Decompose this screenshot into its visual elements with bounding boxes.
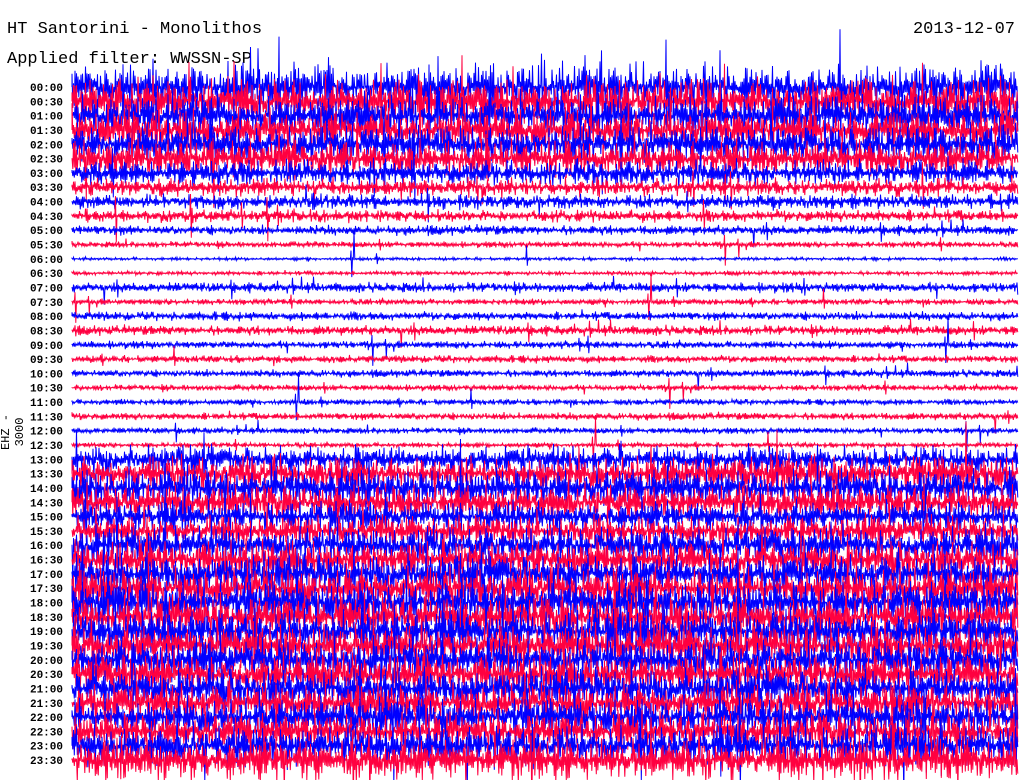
time-tick-label: 15:30 (30, 527, 63, 539)
time-tick-label: 17:30 (30, 584, 63, 596)
time-tick-label: 09:00 (30, 341, 63, 353)
time-tick-label: 02:30 (30, 155, 63, 167)
time-tick-label: 10:30 (30, 384, 63, 396)
time-tick-label: 00:00 (30, 83, 63, 95)
time-tick-label: 05:30 (30, 241, 63, 253)
time-tick-label: 13:30 (30, 470, 63, 482)
seismic-trace-1100 (71, 374, 1019, 421)
seismic-trace-0930 (71, 345, 1019, 367)
seismic-trace-1030 (71, 378, 1019, 409)
time-tick-label: 14:00 (30, 484, 63, 496)
time-tick-label: 19:00 (30, 627, 63, 639)
time-tick-label: 10:00 (30, 369, 63, 381)
time-tick-label: 09:30 (30, 355, 63, 367)
time-tick-label: 12:30 (30, 441, 63, 453)
time-tick-label: 18:00 (30, 599, 63, 611)
seismic-trace-1200 (71, 419, 1019, 452)
time-tick-label: 08:30 (30, 326, 63, 338)
time-tick-label: 18:30 (30, 613, 63, 625)
time-tick-label: 01:30 (30, 126, 63, 138)
time-tick-label: 15:00 (30, 513, 63, 525)
time-tick-label: 11:00 (30, 398, 63, 410)
time-tick-label: 01:00 (30, 112, 63, 124)
time-tick-label: 12:00 (30, 427, 63, 439)
time-tick-label: 17:00 (30, 570, 63, 582)
time-tick-label: 22:30 (30, 727, 63, 739)
time-tick-label: 03:00 (30, 169, 63, 181)
time-tick-label: 04:00 (30, 198, 63, 210)
time-tick-label: 03:30 (30, 183, 63, 195)
seismic-trace-0630 (71, 269, 1019, 278)
time-tick-label: 02:00 (30, 140, 63, 152)
time-tick-label: 07:30 (30, 298, 63, 310)
time-tick-label: 11:30 (30, 412, 63, 424)
time-tick-label: 05:00 (30, 226, 63, 238)
time-tick-label: 14:30 (30, 498, 63, 510)
time-tick-label: 16:00 (30, 541, 63, 553)
time-tick-label: 19:30 (30, 641, 63, 653)
time-tick-label: 20:30 (30, 670, 63, 682)
seismic-trace-0800 (71, 309, 1019, 322)
time-tick-label: 13:00 (30, 455, 63, 467)
time-tick-label: 08:00 (30, 312, 63, 324)
time-tick-label: 07:00 (30, 283, 63, 295)
time-tick-label: 21:00 (30, 684, 63, 696)
helicorder-plot: 00:00 00:30 01:00 01:30 02:00 02:30 03:00 03:30… (30, 29, 1019, 780)
time-tick-label: 06:30 (30, 269, 63, 281)
time-tick-label: 23:30 (30, 756, 63, 768)
time-tick-label: 20:00 (30, 656, 63, 668)
time-tick-label: 06:00 (30, 255, 63, 267)
time-tick-label: 22:00 (30, 713, 63, 725)
time-tick-label: 00:30 (30, 97, 63, 109)
time-tick-label: 16:30 (30, 556, 63, 568)
time-tick-label: 21:30 (30, 699, 63, 711)
seismic-trace-0530 (71, 234, 1019, 266)
time-tick-label: 04:30 (30, 212, 63, 224)
time-tick-label: 23:00 (30, 742, 63, 754)
seismic-trace-0600 (71, 231, 1018, 278)
